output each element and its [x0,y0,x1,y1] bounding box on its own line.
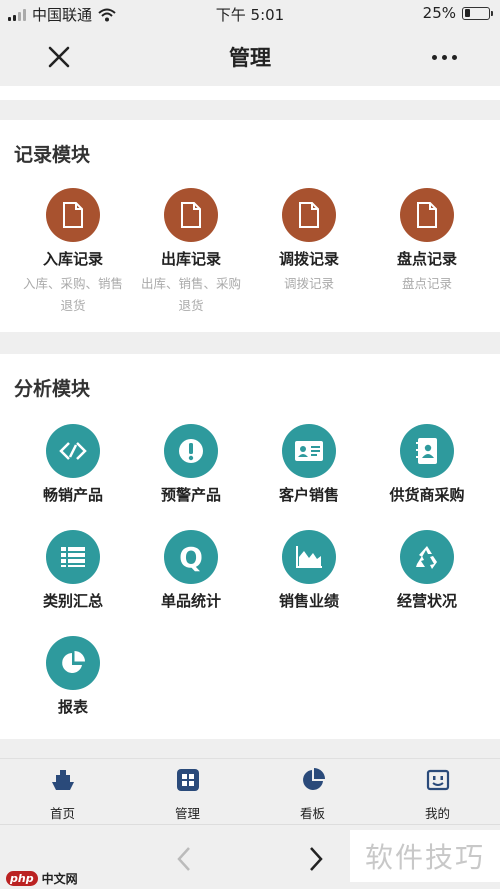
analysis-item-warning[interactable]: 预警产品 [132,424,250,505]
nav-header: 管理 [0,28,500,86]
area-chart-icon [282,530,336,584]
battery-icon [462,6,493,20]
analysis-item-label: 类别汇总 [42,592,103,610]
top-spacer [0,86,500,100]
robot-face-icon [425,767,451,793]
tab-label: 我的 [424,806,450,821]
pie-chart-icon [46,636,100,690]
document-icon [282,188,336,242]
tab-manage[interactable]: 管理 [125,767,250,822]
record-item-desc-line1: 出库、销售、采购 [140,276,241,291]
analysis-item-label: 经营状况 [396,592,457,610]
analysis-item-label: 供货商采购 [389,486,465,504]
analysis-item-label: 报表 [57,698,88,716]
record-item-desc-line1: 盘点记录 [401,276,452,291]
grid-icon [175,767,201,793]
ship-icon [50,767,76,793]
record-item-desc: 调拨记录 [250,273,368,295]
analysis-item-business-status[interactable]: 经营状况 [368,530,486,611]
analysis-item-bestsellers[interactable]: 畅销产品 [14,424,132,505]
document-icon [46,188,100,242]
status-right: 25% [422,4,493,22]
document-icon [400,188,454,242]
record-item-desc: 入库、采购、销售 退货 [14,273,132,317]
analysis-item-single-stats[interactable]: Q 单品统计 [132,530,250,611]
tab-label: 看板 [299,806,325,821]
record-module-card: 记录模块 入库记录 入库、采购、销售 退货 出库记录 出库、销售、采购 退货 调… [0,120,500,332]
tab-me[interactable]: 我的 [375,767,500,822]
analysis-item-sales-performance[interactable]: 销售业绩 [250,530,368,611]
analysis-item-supplier-purchase[interactable]: 供货商采购 [368,424,486,505]
recycle-icon [400,530,454,584]
analysis-item-label: 畅销产品 [42,486,103,504]
analysis-item-label: 销售业绩 [278,592,339,610]
tab-dashboard[interactable]: 看板 [250,767,375,822]
record-item-inbound[interactable]: 入库记录 入库、采购、销售 退货 [14,188,132,317]
bottom-tab-bar: 首页 管理 看板 我的 [0,758,500,824]
analysis-item-reports[interactable]: 报表 [14,636,132,717]
pie-icon [300,767,326,793]
logo-badge: php [6,871,38,886]
record-item-desc-line2: 退货 [178,298,204,313]
watermark: 软件技巧 [350,830,500,882]
more-icon [431,54,437,60]
tag-icon [46,424,100,478]
forward-button[interactable] [296,839,336,879]
back-button[interactable] [164,839,204,879]
record-item-stocktake[interactable]: 盘点记录 盘点记录 [368,188,486,295]
q-icon: Q [164,530,218,584]
close-button[interactable] [40,38,78,76]
logo-text: 中文网 [41,872,78,886]
tab-label: 首页 [49,806,75,821]
record-item-label: 入库记录 [42,250,103,268]
analysis-item-label: 预警产品 [160,486,221,504]
record-item-transfer[interactable]: 调拨记录 调拨记录 [250,188,368,295]
record-item-desc-line2: 退货 [60,298,86,313]
close-icon [48,46,70,68]
more-button[interactable] [424,38,464,76]
analysis-item-label: 单品统计 [160,592,221,610]
analysis-module-card: 分析模块 畅销产品 预警产品 客户销售 供货商采购 类别汇总 Q 单品统计 销售… [0,354,500,739]
record-item-desc-line1: 入库、采购、销售 [22,276,123,291]
analysis-item-category-summary[interactable]: 类别汇总 [14,530,132,611]
analysis-module-title: 分析模块 [14,378,91,400]
list-icon [46,530,100,584]
record-item-desc-line1: 调拨记录 [283,276,334,291]
record-item-label: 出库记录 [160,250,221,268]
record-module-title: 记录模块 [14,144,91,166]
alert-icon [164,424,218,478]
record-item-label: 调拨记录 [278,250,339,268]
id-card-icon [282,424,336,478]
record-item-outbound[interactable]: 出库记录 出库、销售、采购 退货 [132,188,250,317]
record-item-desc: 盘点记录 [368,273,486,295]
tab-home[interactable]: 首页 [0,767,125,822]
record-item-desc: 出库、销售、采购 退货 [132,273,250,317]
analysis-item-label: 客户销售 [278,486,339,504]
chevron-left-icon [177,847,190,871]
analysis-item-customer-sales[interactable]: 客户销售 [250,424,368,505]
record-item-label: 盘点记录 [396,250,457,268]
site-logo: php 中文网 [6,870,78,887]
chevron-right-icon [310,847,323,871]
contact-book-icon [400,424,454,478]
tab-label: 管理 [174,806,200,821]
status-bar: 中国联通 下午 5:01 25% [0,0,500,28]
document-icon [164,188,218,242]
battery-percent: 25% [422,4,456,22]
